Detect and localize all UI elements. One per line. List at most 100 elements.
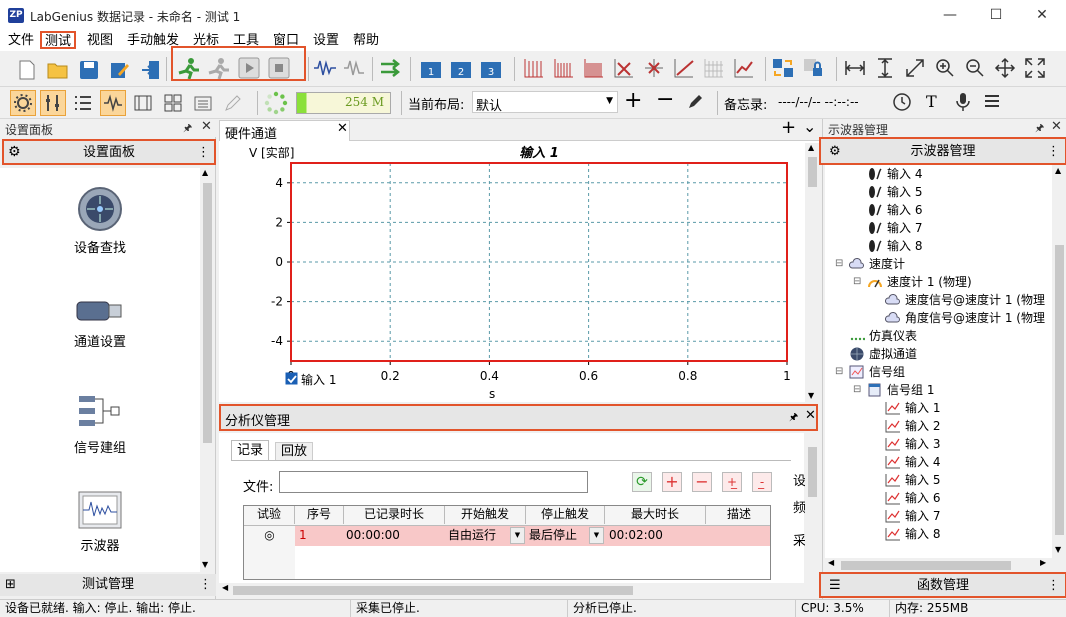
settings-gear-icon[interactable]	[10, 90, 36, 116]
chart-scroll-up-icon[interactable]: ▲	[808, 143, 814, 152]
save-icon[interactable]	[76, 57, 102, 83]
fullscreen-icon[interactable]	[1022, 55, 1048, 81]
pin-icon[interactable]: 🖈	[183, 121, 192, 138]
fit-horizontal-icon[interactable]	[842, 55, 868, 81]
tree-item[interactable]: ⊟ 信号组 1	[825, 381, 1052, 399]
trial-target-icon[interactable]: ◎	[244, 526, 295, 546]
chart[interactable]: 00.20.40.60.81420-2-4输入 1V [实部]s输入 1	[219, 141, 805, 402]
add-child-icon[interactable]: +̲	[722, 472, 742, 492]
transfer-arrows-icon[interactable]	[378, 55, 404, 81]
analyzer-hscrollbar[interactable]: ◀	[219, 583, 804, 597]
new-file-icon[interactable]	[14, 57, 40, 83]
zoom-in-icon[interactable]	[932, 55, 958, 81]
row-start-trigger[interactable]: 自由运行 ▼	[445, 526, 526, 546]
col-index[interactable]: 序号	[295, 506, 344, 524]
tab-close-icon[interactable]: ✕	[337, 121, 348, 136]
film-icon[interactable]	[130, 90, 156, 116]
collapse-toggle-icon[interactable]: ⊟	[853, 381, 867, 399]
tree-item[interactable]: 输入 5	[825, 471, 1052, 489]
waveform-settings-icon[interactable]	[342, 55, 368, 81]
trend-icon[interactable]	[671, 55, 697, 81]
tree-item[interactable]: 输入 7	[825, 219, 1052, 237]
channel-icon[interactable]	[40, 90, 66, 116]
col-start-trigger[interactable]: 开始触发	[445, 506, 526, 524]
tab-record[interactable]: 记录	[231, 440, 269, 461]
layout-1-icon[interactable]: 1	[418, 55, 444, 81]
tree-scroll-down-icon[interactable]: ▼	[1055, 545, 1061, 554]
left-scrollbar[interactable]: ▲ ▼	[200, 168, 214, 572]
tree-item[interactable]: 输入 8	[825, 525, 1052, 543]
tab-hardware-channel[interactable]: 硬件通道 ✕	[219, 120, 350, 142]
clock-icon[interactable]	[892, 92, 912, 115]
tree-item[interactable]: ⊟ 速度计	[825, 255, 1052, 273]
tree-item[interactable]: 仿真仪表	[825, 327, 1052, 345]
col-trial[interactable]: 试验	[244, 506, 295, 524]
right-pin-icon[interactable]: 🖈	[1035, 121, 1044, 138]
right-close-icon[interactable]: ✕	[1051, 119, 1062, 134]
row-description[interactable]	[706, 526, 770, 546]
remove-child-icon[interactable]: -̲	[752, 472, 772, 492]
remove-row-icon[interactable]: −	[692, 472, 712, 492]
chart-scroll-down-icon[interactable]: ▼	[808, 391, 814, 400]
collapse-toggle-icon[interactable]: ⊟	[835, 363, 849, 381]
tree-item[interactable]: 输入 3	[825, 435, 1052, 453]
chevron-down-icon[interactable]: ⌄	[803, 117, 816, 136]
tree-item[interactable]: 输入 4	[825, 165, 1052, 183]
pan-icon[interactable]	[992, 55, 1018, 81]
grid-4-icon[interactable]	[160, 90, 186, 116]
tree-scroll-up-icon[interactable]: ▲	[1055, 166, 1061, 175]
pen-disabled-icon[interactable]	[220, 90, 246, 116]
layout-select[interactable]: 默认 ▼	[472, 91, 618, 114]
tree-item[interactable]: 角度信号@速度计 1 (物理	[825, 309, 1052, 327]
grid-view-2-icon[interactable]	[551, 55, 577, 81]
waveform-view-icon[interactable]	[100, 90, 126, 116]
add-row-icon[interactable]: +	[662, 472, 682, 492]
tab-playback[interactable]: 回放	[275, 442, 313, 461]
tree-item[interactable]: 虚拟通道	[825, 345, 1052, 363]
minimize-button[interactable]: —	[927, 0, 973, 31]
signal-group-item[interactable]: 信号建组	[0, 392, 200, 472]
menu-view[interactable]: 视图	[84, 32, 116, 50]
text-icon[interactable]: T	[926, 92, 937, 111]
run-icon[interactable]	[176, 55, 202, 81]
stop-dropdown-icon[interactable]: ▼	[589, 527, 604, 544]
col-recorded[interactable]: 已记录时长	[344, 506, 445, 524]
microphone-icon[interactable]	[954, 92, 972, 115]
file-input[interactable]	[279, 471, 588, 493]
tree-item[interactable]: ⊟ 信号组	[825, 363, 1052, 381]
scroll-left-icon[interactable]: ◀	[222, 583, 228, 592]
grid-disabled-icon[interactable]	[701, 55, 727, 81]
tree-item[interactable]: 输入 6	[825, 201, 1052, 219]
lock-icon[interactable]	[800, 55, 826, 81]
layout-2-icon[interactable]: 2	[448, 55, 474, 81]
waveform-icon[interactable]	[312, 55, 338, 81]
add-icon[interactable]: +	[624, 88, 642, 113]
tree-scroll-right-icon[interactable]: ▶	[1040, 558, 1046, 567]
remove-icon[interactable]: −	[656, 87, 674, 112]
tree-item[interactable]: 输入 6	[825, 489, 1052, 507]
col-description[interactable]: 描述	[706, 506, 770, 524]
tree-item[interactable]: 输入 4	[825, 453, 1052, 471]
device-find-item[interactable]: 设备查找	[0, 186, 200, 266]
zoom-out-icon[interactable]	[962, 55, 988, 81]
analyzer-pin-icon[interactable]: 🖈	[789, 410, 798, 427]
table-row[interactable]: ◎ 1 00:00:00 自由运行 ▼ 最后停止 ▼ 00:02:00	[244, 526, 770, 546]
tree-item[interactable]: 输入 1	[825, 399, 1052, 417]
analyzer-close-icon[interactable]: ✕	[805, 408, 816, 423]
menu-lines-icon[interactable]	[984, 93, 1000, 112]
list-icon[interactable]	[70, 90, 96, 116]
sync-icon[interactable]	[770, 55, 796, 81]
right-more-icon[interactable]: ⋮	[1047, 139, 1060, 164]
tree-item[interactable]: 输入 8	[825, 237, 1052, 255]
channel-setup-item[interactable]: 通道设置	[0, 292, 200, 372]
more-icon[interactable]: ⋮	[197, 141, 210, 164]
tree-scroll-left-icon[interactable]: ◀	[828, 558, 834, 567]
test-management-footer[interactable]: ⊞ 测试管理 ⋮	[0, 574, 216, 596]
scroll-down-icon[interactable]: ▼	[202, 560, 208, 569]
maximize-button[interactable]: ☐	[973, 0, 1019, 31]
settings-panel-header[interactable]: ⚙ 设置面板 ⋮	[2, 139, 216, 165]
edit-icon[interactable]	[107, 57, 133, 83]
close-icon[interactable]: ✕	[201, 119, 212, 134]
chart-scrollbar[interactable]: ▲ ▼	[805, 143, 820, 402]
collapse-toggle-icon[interactable]: ⊟	[835, 255, 849, 273]
